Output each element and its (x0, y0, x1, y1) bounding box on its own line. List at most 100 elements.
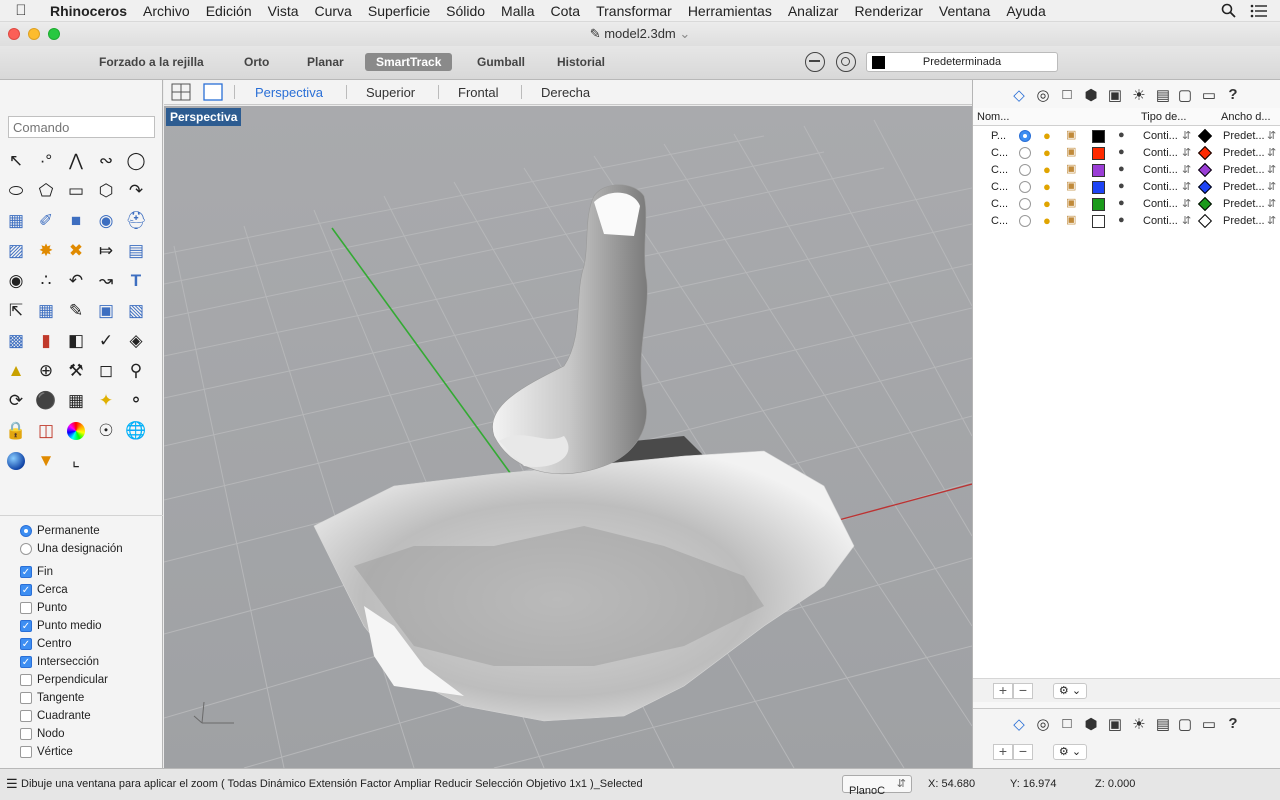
menu-edicion[interactable]: Edición (198, 3, 260, 19)
osnap-centro[interactable]: ✓ Centro (0, 635, 163, 653)
layer-linetype[interactable]: Conti... (1143, 215, 1178, 227)
layer-linetype[interactable]: Conti... (1143, 164, 1178, 176)
print-color-swatch[interactable] (1197, 128, 1213, 144)
layer-name[interactable]: C... (991, 164, 1008, 176)
display-tab-icon[interactable]: ◎ (1033, 715, 1053, 735)
col-linetype[interactable]: Tipo de... (1141, 111, 1186, 123)
select-arrow-icon[interactable]: ↖ (3, 148, 29, 174)
move-icon[interactable]: ⇱ (3, 298, 29, 324)
osnap-toggle-icon[interactable] (805, 52, 825, 72)
lightbulb-icon[interactable]: ● (1043, 128, 1051, 143)
zoom-icon[interactable]: ⚲ (123, 358, 149, 384)
rectangle-icon[interactable]: ▭ (63, 178, 89, 204)
layer-width[interactable]: Predet... (1223, 164, 1265, 176)
document-tab-icon[interactable]: □ (1057, 86, 1077, 106)
layer-width[interactable]: Predet... (1223, 147, 1265, 159)
points-cluster-icon[interactable]: ∴ (33, 268, 59, 294)
fillet-icon[interactable]: ↷ (123, 178, 149, 204)
print-color-swatch[interactable] (1197, 213, 1213, 229)
add-button[interactable]: + (993, 744, 1013, 760)
app-menu[interactable]: Rhinoceros (42, 3, 135, 19)
current-layer-select[interactable]: Predeterminada (866, 52, 1058, 72)
menu-cota[interactable]: Cota (543, 3, 589, 19)
polygon-icon[interactable]: ⬠ (33, 178, 59, 204)
viewport-label[interactable]: Perspectiva (166, 108, 242, 126)
grid-icon[interactable]: ▦ (63, 388, 89, 414)
group-icon[interactable]: ◉ (3, 268, 29, 294)
menu-vista[interactable]: Vista (260, 3, 307, 19)
notes-tab-icon[interactable]: ▤ (1153, 715, 1173, 735)
sweep-icon[interactable]: ✐ (33, 208, 59, 234)
tab-derecha[interactable]: Derecha (541, 85, 590, 100)
current-layer-radio[interactable] (1019, 215, 1031, 227)
lights-tab-icon[interactable]: ☀ (1129, 715, 1149, 735)
ortho-button[interactable]: Orto (233, 53, 280, 71)
layer-color-swatch[interactable] (1092, 164, 1105, 177)
snap-grid-button[interactable]: Forzado a la rejilla (88, 53, 215, 71)
array-icon[interactable]: ▩ (3, 328, 29, 354)
material-icon[interactable]: ● (1118, 180, 1125, 192)
col-width[interactable]: Ancho d... (1221, 111, 1271, 123)
object-tab-icon[interactable]: ⬢ (1081, 86, 1101, 106)
history-button[interactable]: Historial (546, 53, 616, 71)
menu-renderizar[interactable]: Renderizar (846, 3, 930, 19)
lightbulb-icon[interactable]: ⚬ (123, 388, 149, 414)
solid-edit-icon[interactable]: ▣ (93, 298, 119, 324)
menu-analizar[interactable]: Analizar (780, 3, 847, 19)
layer-color-swatch[interactable] (1092, 198, 1105, 211)
camera-tab-icon[interactable]: ▣ (1105, 86, 1125, 106)
layer-width[interactable]: Predet... (1223, 130, 1265, 142)
layer-color-swatch[interactable] (1092, 147, 1105, 160)
tab-frontal[interactable]: Frontal (458, 85, 498, 100)
zoom-window-icon[interactable]: ⚒ (63, 358, 89, 384)
menu-ayuda[interactable]: Ayuda (998, 3, 1053, 19)
curve-icon[interactable]: ∾ (93, 148, 119, 174)
lock-icon[interactable]: ▣ (1066, 196, 1076, 209)
zoom-in-icon[interactable]: ⊕ (33, 358, 59, 384)
layer-name[interactable]: C... (991, 215, 1008, 227)
monitor-tab-icon[interactable]: ▭ (1199, 86, 1219, 106)
lock-icon[interactable]: ▣ (1066, 213, 1076, 226)
cylinder-icon[interactable]: ⛑ (123, 208, 149, 234)
blank-tab-icon[interactable]: ▢ (1175, 715, 1195, 735)
osnap-interseccion[interactable]: ✓ Intersección (0, 653, 163, 671)
perspective-viewport[interactable]: Perspectiva (164, 106, 972, 768)
current-layer-radio[interactable] (1019, 130, 1031, 142)
layer-width[interactable]: Predet... (1223, 198, 1265, 210)
osnap-tangente[interactable]: Tangente (0, 689, 163, 707)
lock-icon[interactable]: ▣ (1066, 162, 1076, 175)
print-color-swatch[interactable] (1197, 196, 1213, 212)
osnap-fin[interactable]: ✓ Fin (0, 563, 163, 581)
lights-tab-icon[interactable]: ☀ (1129, 86, 1149, 106)
layer-name[interactable]: C... (991, 147, 1008, 159)
scale-icon[interactable]: ↝ (93, 268, 119, 294)
material-icon[interactable]: ● (1118, 214, 1125, 226)
layer-linetype[interactable]: Conti... (1143, 147, 1178, 159)
analyze-icon[interactable]: ◈ (123, 328, 149, 354)
lightbulb-icon[interactable]: ● (1043, 179, 1051, 194)
gumball-icon[interactable]: ⌞ (63, 448, 89, 474)
single-viewport-icon[interactable] (203, 83, 223, 101)
current-layer-radio[interactable] (1019, 164, 1031, 176)
layer-name[interactable]: C... (991, 198, 1008, 210)
current-layer-radio[interactable] (1019, 198, 1031, 210)
camera-tab-icon[interactable]: ▣ (1105, 715, 1125, 735)
render-icon[interactable]: ▲ (3, 358, 29, 384)
car-icon[interactable]: ⚫ (33, 388, 59, 414)
layer-row[interactable]: C... ● ▣ ● Conti... ⇵ Predet... ⇵ (973, 213, 1280, 230)
layer-row[interactable]: C... ● ▣ ● Conti... ⇵ Predet... ⇵ (973, 179, 1280, 196)
hatch-icon[interactable]: ▧ (123, 298, 149, 324)
layer-name[interactable]: P... (991, 130, 1006, 142)
lock-icon[interactable]: ▣ (1066, 145, 1076, 158)
osnap-nodo[interactable]: Nodo (0, 725, 163, 743)
properties-icon[interactable]: ▮ (33, 328, 59, 354)
add-layer-button[interactable]: + (993, 683, 1013, 699)
print-color-swatch[interactable] (1197, 179, 1213, 195)
layer-options-gear-icon[interactable]: ⚙ ⌄ (1053, 683, 1087, 699)
osnap-permanente[interactable]: Permanente (0, 522, 163, 540)
surface-icon[interactable]: ▦ (3, 208, 29, 234)
lock-icon[interactable]: ▣ (1066, 179, 1076, 192)
rotate-icon[interactable]: ↶ (63, 268, 89, 294)
layers-tab-icon[interactable]: ◇ (1009, 86, 1029, 106)
lock-icon[interactable]: ▣ (1066, 128, 1076, 141)
